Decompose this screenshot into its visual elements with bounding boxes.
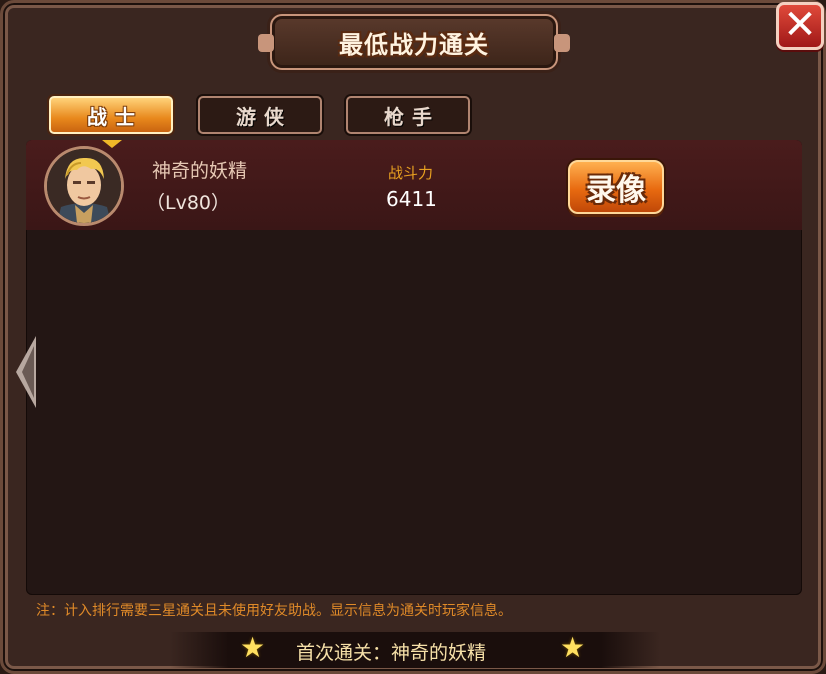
record-list[interactable]: 神奇的妖精 （Lv80） 战斗力 6411 录像 [26,140,802,595]
dialog-title: 最低战力通关 [339,30,489,59]
power-value: 6411 [386,187,437,211]
tab-label: 枪手 [384,104,440,129]
player-name: 神奇的妖精 [152,160,248,182]
power-label: 战斗力 [388,164,434,182]
first-clear-text: 首次通关：神奇的妖精 [296,642,487,664]
list-item: 神奇的妖精 （Lv80） 战斗力 6411 录像 [26,140,802,230]
avatar [44,146,124,226]
star-icon: ★ [240,631,266,664]
selected-marker-icon [102,140,122,148]
player-level: （Lv80） [146,192,231,214]
warrior-portrait-icon [47,149,121,223]
tab-gunner[interactable]: 枪手 [346,96,470,134]
star-icon: ★ [560,631,586,664]
replay-label: 录像 [586,173,646,208]
left-arrow-inner [22,346,34,398]
replay-button[interactable]: 录像 [568,160,664,214]
tab-ranger[interactable]: 游侠 [198,96,322,134]
tab-label: 战士 [87,104,143,129]
note-text: 注：计入排行需要三星通关且未使用好友助战。显示信息为通关时玩家信息。 [36,603,512,619]
close-icon: ✕ [783,2,817,48]
title-plate: 最低战力通关 [258,14,570,70]
tab-warrior[interactable]: 战士 [49,96,173,134]
tab-label: 游侠 [236,104,292,129]
close-button[interactable]: ✕ [776,2,824,50]
